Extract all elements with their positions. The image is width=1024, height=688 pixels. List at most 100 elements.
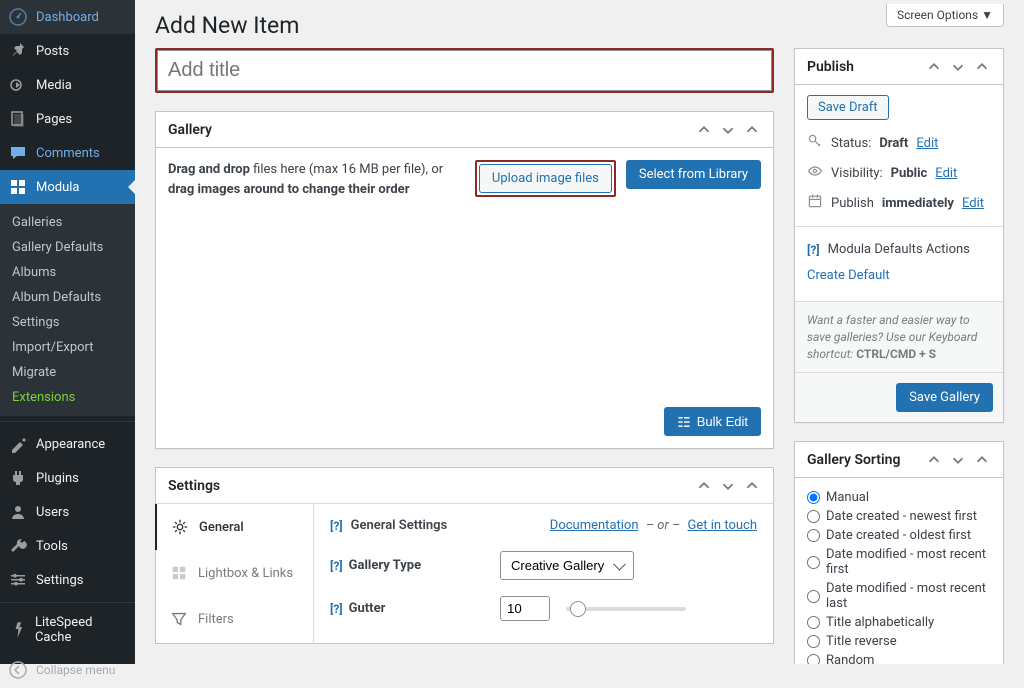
sort-radio[interactable] [807,616,820,629]
status-value: Draft [879,136,908,151]
save-gallery-button[interactable]: Save Gallery [896,383,993,412]
select-library-button[interactable]: Select from Library [626,160,761,189]
move-down-icon[interactable] [719,121,737,139]
sidebar-item-label: Dashboard [36,10,99,25]
sort-radio[interactable] [807,654,820,664]
sort-option-6[interactable]: Title reverse [807,632,991,651]
settings-tab-general[interactable]: General [155,504,313,550]
sort-radio[interactable] [807,491,820,504]
screen-options-button[interactable]: Screen Options ▼ [886,4,1004,27]
sub-item-settings[interactable]: Settings [0,310,135,335]
settings-panel-title: Settings [168,478,695,494]
sort-radio[interactable] [807,635,820,648]
collapse-menu[interactable]: Collapse menu [0,652,135,688]
sort-option-5[interactable]: Title alphabetically [807,613,991,632]
schedule-label: Publish [831,196,874,211]
sub-item-gallery-defaults[interactable]: Gallery Defaults [0,235,135,260]
sidebar-item-posts[interactable]: Posts [0,34,135,68]
sort-radio[interactable] [807,510,820,523]
gallery-panel-title: Gallery [168,122,695,138]
help-icon[interactable]: [?] [330,519,343,533]
settings-tab-filters[interactable]: Filters [156,596,313,642]
sidebar-item-modula[interactable]: Modula [0,170,135,204]
collapse-icon [8,660,28,680]
sidebar-item-users[interactable]: Users [0,495,135,529]
sidebar-item-plugins[interactable]: Plugins [0,461,135,495]
gallery-type-select[interactable]: Creative Gallery [500,551,634,580]
move-up-icon[interactable] [925,451,943,469]
or-separator: – or – [642,518,685,533]
sidebar-item-appearance[interactable]: Appearance [0,427,135,461]
sidebar-item-dashboard[interactable]: Dashboard [0,0,135,34]
edit-schedule-link[interactable]: Edit [962,196,984,211]
sort-option-label: Date created - oldest first [826,528,971,543]
sidebar-item-media[interactable]: Media [0,68,135,102]
sort-option-2[interactable]: Date created - oldest first [807,526,991,545]
settings-tab-lightbox-links[interactable]: Lightbox & Links [156,550,313,596]
gallery-drag-text: Drag and drop files here (max 16 MB per … [168,160,465,199]
move-up-icon[interactable] [695,121,713,139]
toggle-icon[interactable] [743,121,761,139]
sort-option-7[interactable]: Random [807,651,991,664]
help-icon[interactable]: [?] [330,602,343,616]
settings-tab-label: Filters [198,612,234,627]
sort-radio[interactable] [807,529,820,542]
lightbox-icon [170,564,188,582]
sidebar-item-label: Modula [36,180,80,195]
sort-radio[interactable] [807,590,820,603]
general-settings-heading: General Settings [351,518,448,533]
tools-icon [8,536,28,556]
move-down-icon[interactable] [949,451,967,469]
move-down-icon[interactable] [719,477,737,495]
sidebar-item-label: Settings [36,573,83,588]
sub-item-galleries[interactable]: Galleries [0,210,135,235]
sort-option-label: Title alphabetically [826,615,934,630]
sub-item-extensions[interactable]: Extensions [0,385,135,410]
sidebar-item-tools[interactable]: Tools [0,529,135,563]
pin-icon [8,41,28,61]
sub-item-import-export[interactable]: Import/Export [0,335,135,360]
upload-image-button[interactable]: Upload image files [479,164,612,193]
sidebar-item-settings[interactable]: Settings [0,563,135,597]
save-draft-button[interactable]: Save Draft [807,95,889,120]
bulk-edit-button[interactable]: Bulk Edit [664,407,761,436]
toggle-icon[interactable] [973,58,991,76]
move-up-icon[interactable] [925,58,943,76]
collapse-label: Collapse menu [36,663,115,677]
sub-item-album-defaults[interactable]: Album Defaults [0,285,135,310]
bulk-edit-icon [677,415,691,429]
sidebar-item-comments[interactable]: Comments [0,136,135,170]
help-icon[interactable]: [?] [807,243,820,257]
sub-item-albums[interactable]: Albums [0,260,135,285]
get-in-touch-link[interactable]: Get in touch [688,518,757,533]
sort-option-label: Title reverse [826,634,897,649]
gutter-input[interactable] [500,596,550,621]
sort-option-1[interactable]: Date created - newest first [807,507,991,526]
move-up-icon[interactable] [695,477,713,495]
sidebar-item-pages[interactable]: Pages [0,102,135,136]
documentation-link[interactable]: Documentation [550,518,639,533]
help-icon[interactable]: [?] [330,559,343,573]
sort-option-0[interactable]: Manual [807,488,991,507]
shortcut-note: Want a faster and easier way to save gal… [795,301,1003,372]
sidebar-item-label: LiteSpeed Cache [35,615,127,645]
sub-item-migrate[interactable]: Migrate [0,360,135,385]
plugins-icon [8,468,28,488]
title-input[interactable] [157,50,772,91]
gutter-slider[interactable] [566,607,686,611]
move-down-icon[interactable] [949,58,967,76]
edit-status-link[interactable]: Edit [916,136,938,151]
sort-option-4[interactable]: Date modified - most recent last [807,579,991,613]
sidebar-item-label: Posts [36,44,69,59]
create-default-link[interactable]: Create Default [807,268,991,283]
sort-radio[interactable] [807,556,820,569]
toggle-icon[interactable] [743,477,761,495]
edit-visibility-link[interactable]: Edit [935,166,957,181]
sort-option-3[interactable]: Date modified - most recent first [807,545,991,579]
sort-option-label: Date modified - most recent last [826,581,991,611]
sidebar-item-litespeed-cache[interactable]: LiteSpeed Cache [0,608,135,652]
sort-option-label: Random [826,653,874,664]
dashboard-icon [8,7,28,27]
gear-icon [171,518,189,536]
toggle-icon[interactable] [973,451,991,469]
